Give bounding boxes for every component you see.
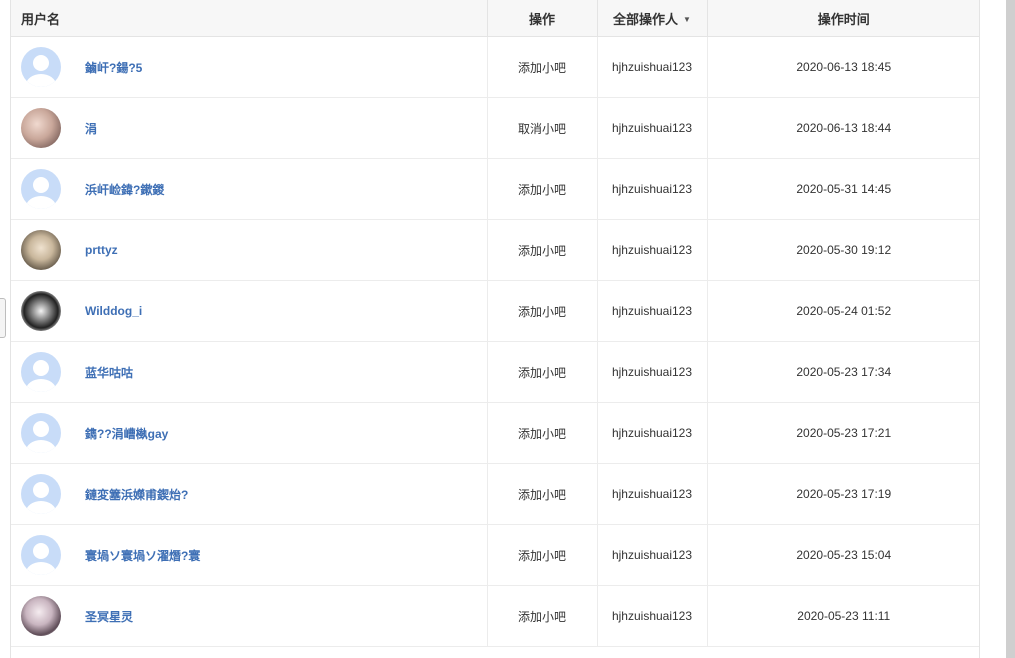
header-operator-label: 全部操作人	[613, 11, 679, 27]
table-row: 鐫??涓嶆槸gay 添加小吧 hjhzuishuai123 2020-05-23…	[11, 402, 979, 464]
operation-cell: 添加小吧	[486, 585, 597, 647]
username-link[interactable]: 蓝华咕咕	[85, 364, 133, 381]
operator-cell: hjhzuishuai123	[596, 36, 707, 98]
header-time: 操作时间	[706, 0, 979, 37]
username-cell: Wilddog_i	[11, 280, 487, 342]
operator-cell: hjhzuishuai123	[596, 219, 707, 281]
username-cell: 圣冥星灵	[11, 585, 487, 647]
username-cell: 鏈変簺浜嬫甫鍥炲?	[11, 463, 487, 525]
default-avatar-icon[interactable]	[21, 535, 61, 575]
operation-cell: 添加小吧	[486, 280, 597, 342]
operation-cell: 添加小吧	[486, 219, 597, 281]
username-link[interactable]: 浜屽崄鍏?鏉鍐	[85, 181, 164, 198]
dropdown-arrow-icon[interactable]: ▼	[683, 15, 691, 24]
operation-log-table-container: 用户名 操作 全部操作人 ▼ 操作时间 鏀屽?鍚?5 添加小吧 hjhzuishu…	[10, 0, 980, 658]
time-cell: 2020-05-24 01:52	[706, 280, 979, 342]
table-row: 圣冥星灵 添加小吧 hjhzuishuai123 2020-05-23 11:1…	[11, 585, 979, 647]
table-row: 浜屽崄鍏?鏉鍐 添加小吧 hjhzuishuai123 2020-05-31 1…	[11, 158, 979, 220]
operation-cell: 添加小吧	[486, 341, 597, 403]
username-link[interactable]: 涓	[85, 120, 97, 137]
page: 用户名 操作 全部操作人 ▼ 操作时间 鏀屽?鍚?5 添加小吧 hjhzuishu…	[0, 0, 1015, 658]
username-cell: 鏀屽?鍚?5	[11, 36, 487, 98]
username-cell: 鐫??涓嶆槸gay	[11, 402, 487, 464]
header-operation: 操作	[486, 0, 597, 37]
table-row: prttyz 添加小吧 hjhzuishuai123 2020-05-30 19…	[11, 219, 979, 281]
user-photo-avatar[interactable]	[21, 108, 61, 148]
table-row: Wilddog_i 添加小吧 hjhzuishuai123 2020-05-24…	[11, 280, 979, 342]
time-cell: 2020-06-13 18:45	[706, 36, 979, 98]
vertical-scrollbar[interactable]	[1006, 0, 1015, 658]
operator-cell: hjhzuishuai123	[596, 280, 707, 342]
time-cell: 2020-05-30 19:12	[706, 219, 979, 281]
table-row: 鏈変簺浜嬫甫鍥炲? 添加小吧 hjhzuishuai123 2020-05-23…	[11, 463, 979, 525]
username-link[interactable]: 鏀屽?鍚?5	[85, 59, 142, 76]
side-panel-handle[interactable]	[0, 298, 6, 338]
operation-cell: 添加小吧	[486, 463, 597, 525]
username-cell: prttyz	[11, 219, 487, 281]
username-cell: 蓝华咕咕	[11, 341, 487, 403]
operation-cell: 添加小吧	[486, 158, 597, 220]
header-username: 用户名	[11, 0, 487, 37]
time-cell: 2020-05-23 11:11	[706, 585, 979, 647]
username-cell: 涓	[11, 97, 487, 159]
username-link[interactable]: 圣冥星灵	[85, 608, 133, 625]
operator-cell: hjhzuishuai123	[596, 585, 707, 647]
table-row: 蓝华咕咕 添加小吧 hjhzuishuai123 2020-05-23 17:3…	[11, 341, 979, 403]
username-link[interactable]: 鏈変簺浜嬫甫鍥炲?	[85, 486, 188, 503]
user-photo-avatar[interactable]	[21, 291, 61, 331]
username-cell: 浜屽崄鍏?鏉鍐	[11, 158, 487, 220]
table-row: 寰堝ソ寰堝ソ濯熸?寰 添加小吧 hjhzuishuai123 2020-05-2…	[11, 524, 979, 586]
operator-cell: hjhzuishuai123	[596, 97, 707, 159]
operator-cell: hjhzuishuai123	[596, 402, 707, 464]
default-avatar-icon[interactable]	[21, 169, 61, 209]
time-cell: 2020-05-31 14:45	[706, 158, 979, 220]
operation-cell: 添加小吧	[486, 36, 597, 98]
operator-cell: hjhzuishuai123	[596, 158, 707, 220]
username-link[interactable]: Wilddog_i	[85, 304, 142, 318]
operation-cell: 添加小吧	[486, 402, 597, 464]
operation-cell: 取消小吧	[486, 97, 597, 159]
table-header-row: 用户名 操作 全部操作人 ▼ 操作时间	[11, 0, 979, 37]
username-cell: 寰堝ソ寰堝ソ濯熸?寰	[11, 524, 487, 586]
operation-log-table: 用户名 操作 全部操作人 ▼ 操作时间 鏀屽?鍚?5 添加小吧 hjhzuishu…	[11, 0, 979, 647]
time-cell: 2020-06-13 18:44	[706, 97, 979, 159]
username-link[interactable]: 寰堝ソ寰堝ソ濯熸?寰	[85, 547, 200, 564]
time-cell: 2020-05-23 17:19	[706, 463, 979, 525]
default-avatar-icon[interactable]	[21, 352, 61, 392]
time-cell: 2020-05-23 17:34	[706, 341, 979, 403]
operator-cell: hjhzuishuai123	[596, 463, 707, 525]
table-row: 鏀屽?鍚?5 添加小吧 hjhzuishuai123 2020-06-13 18…	[11, 36, 979, 98]
default-avatar-icon[interactable]	[21, 474, 61, 514]
default-avatar-icon[interactable]	[21, 413, 61, 453]
header-operator-filter[interactable]: 全部操作人 ▼	[596, 0, 707, 37]
time-cell: 2020-05-23 15:04	[706, 524, 979, 586]
operation-cell: 添加小吧	[486, 524, 597, 586]
operator-cell: hjhzuishuai123	[596, 524, 707, 586]
default-avatar-icon[interactable]	[21, 47, 61, 87]
table-row: 涓 取消小吧 hjhzuishuai123 2020-06-13 18:44	[11, 97, 979, 159]
username-link[interactable]: 鐫??涓嶆槸gay	[85, 425, 168, 442]
user-photo-avatar[interactable]	[21, 596, 61, 636]
username-link[interactable]: prttyz	[85, 243, 118, 257]
user-photo-avatar[interactable]	[21, 230, 61, 270]
time-cell: 2020-05-23 17:21	[706, 402, 979, 464]
operator-cell: hjhzuishuai123	[596, 341, 707, 403]
